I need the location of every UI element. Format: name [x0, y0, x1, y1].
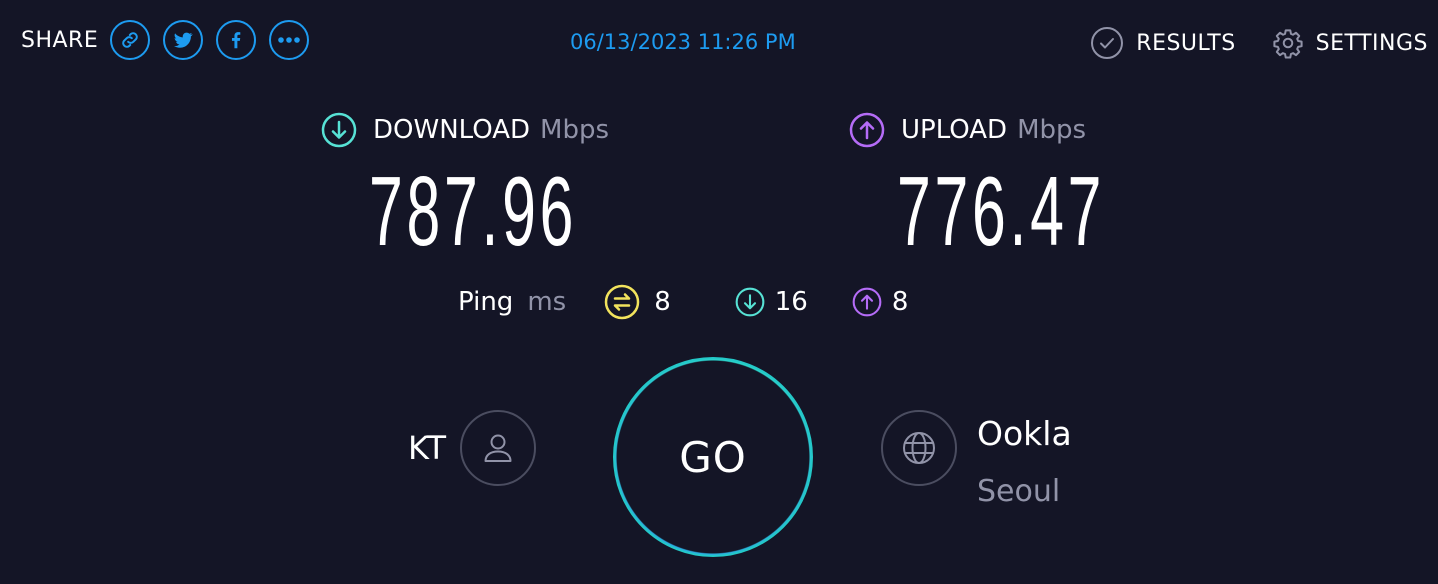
download-arrow-icon [321, 112, 357, 148]
more-icon [278, 37, 301, 43]
globe-icon [903, 432, 935, 464]
ping-download-value: 16 [774, 287, 808, 317]
results-link[interactable]: RESULTS [1090, 26, 1235, 60]
download-title: DOWNLOAD [373, 115, 531, 145]
ping-idle: 8 [604, 284, 671, 320]
ping-row: Ping ms 8 16 8 [458, 284, 908, 320]
go-label: GO [679, 432, 747, 482]
ping-label: Ping [458, 287, 514, 317]
ping-download: 16 [735, 287, 808, 317]
share-more-button[interactable] [269, 20, 310, 60]
upload-value: 776.47 [897, 156, 1106, 266]
ping-unit: ms [527, 287, 567, 317]
provider-section: KT [408, 410, 537, 486]
twitter-icon [174, 32, 193, 48]
server-name[interactable]: Ookla [977, 412, 1072, 456]
upload-arrow-icon [852, 287, 882, 317]
download-header: DOWNLOAD Mbps [321, 112, 705, 148]
ping-idle-icon [604, 284, 640, 320]
ping-upload: 8 [852, 287, 909, 317]
speedtest-page: SHARE 06/13/2023 11:26 PM RESULTS SETTIN… [0, 0, 1438, 584]
ping-idle-value: 8 [654, 287, 671, 317]
upload-section: UPLOAD Mbps 776.47 [849, 112, 1233, 260]
provider-name: KT [408, 429, 447, 467]
top-nav: RESULTS SETTINGS [1090, 26, 1428, 60]
upload-unit: Mbps [1017, 115, 1087, 145]
go-button[interactable]: GO [613, 357, 813, 557]
gear-icon [1273, 29, 1303, 59]
download-value: 787.96 [369, 156, 578, 266]
download-arrow-icon [735, 287, 765, 317]
share-label: SHARE [21, 27, 99, 53]
share-link-button[interactable] [110, 20, 151, 60]
server-location: Seoul [977, 474, 1061, 509]
server-button[interactable] [881, 410, 957, 486]
upload-title: UPLOAD [901, 115, 1008, 145]
share-bar: SHARE [21, 20, 312, 60]
user-icon [484, 434, 512, 462]
check-circle-icon [1091, 27, 1124, 59]
upload-arrow-icon [849, 112, 885, 148]
server-text: Ookla Seoul [977, 412, 1072, 514]
result-timestamp: 06/13/2023 11:26 PM [570, 30, 796, 54]
settings-label: SETTINGS [1315, 30, 1428, 56]
provider-button[interactable] [460, 410, 537, 486]
upload-header: UPLOAD Mbps [849, 112, 1233, 148]
facebook-icon [232, 32, 241, 49]
share-twitter-button[interactable] [163, 20, 204, 60]
server-section: Ookla Seoul [881, 410, 1072, 514]
settings-link[interactable]: SETTINGS [1272, 27, 1428, 59]
download-unit: Mbps [540, 115, 610, 145]
share-facebook-button[interactable] [216, 20, 257, 60]
results-label: RESULTS [1136, 30, 1236, 56]
ping-upload-value: 8 [891, 287, 909, 317]
link-icon [122, 32, 138, 48]
download-section: DOWNLOAD Mbps 787.96 [321, 112, 705, 260]
